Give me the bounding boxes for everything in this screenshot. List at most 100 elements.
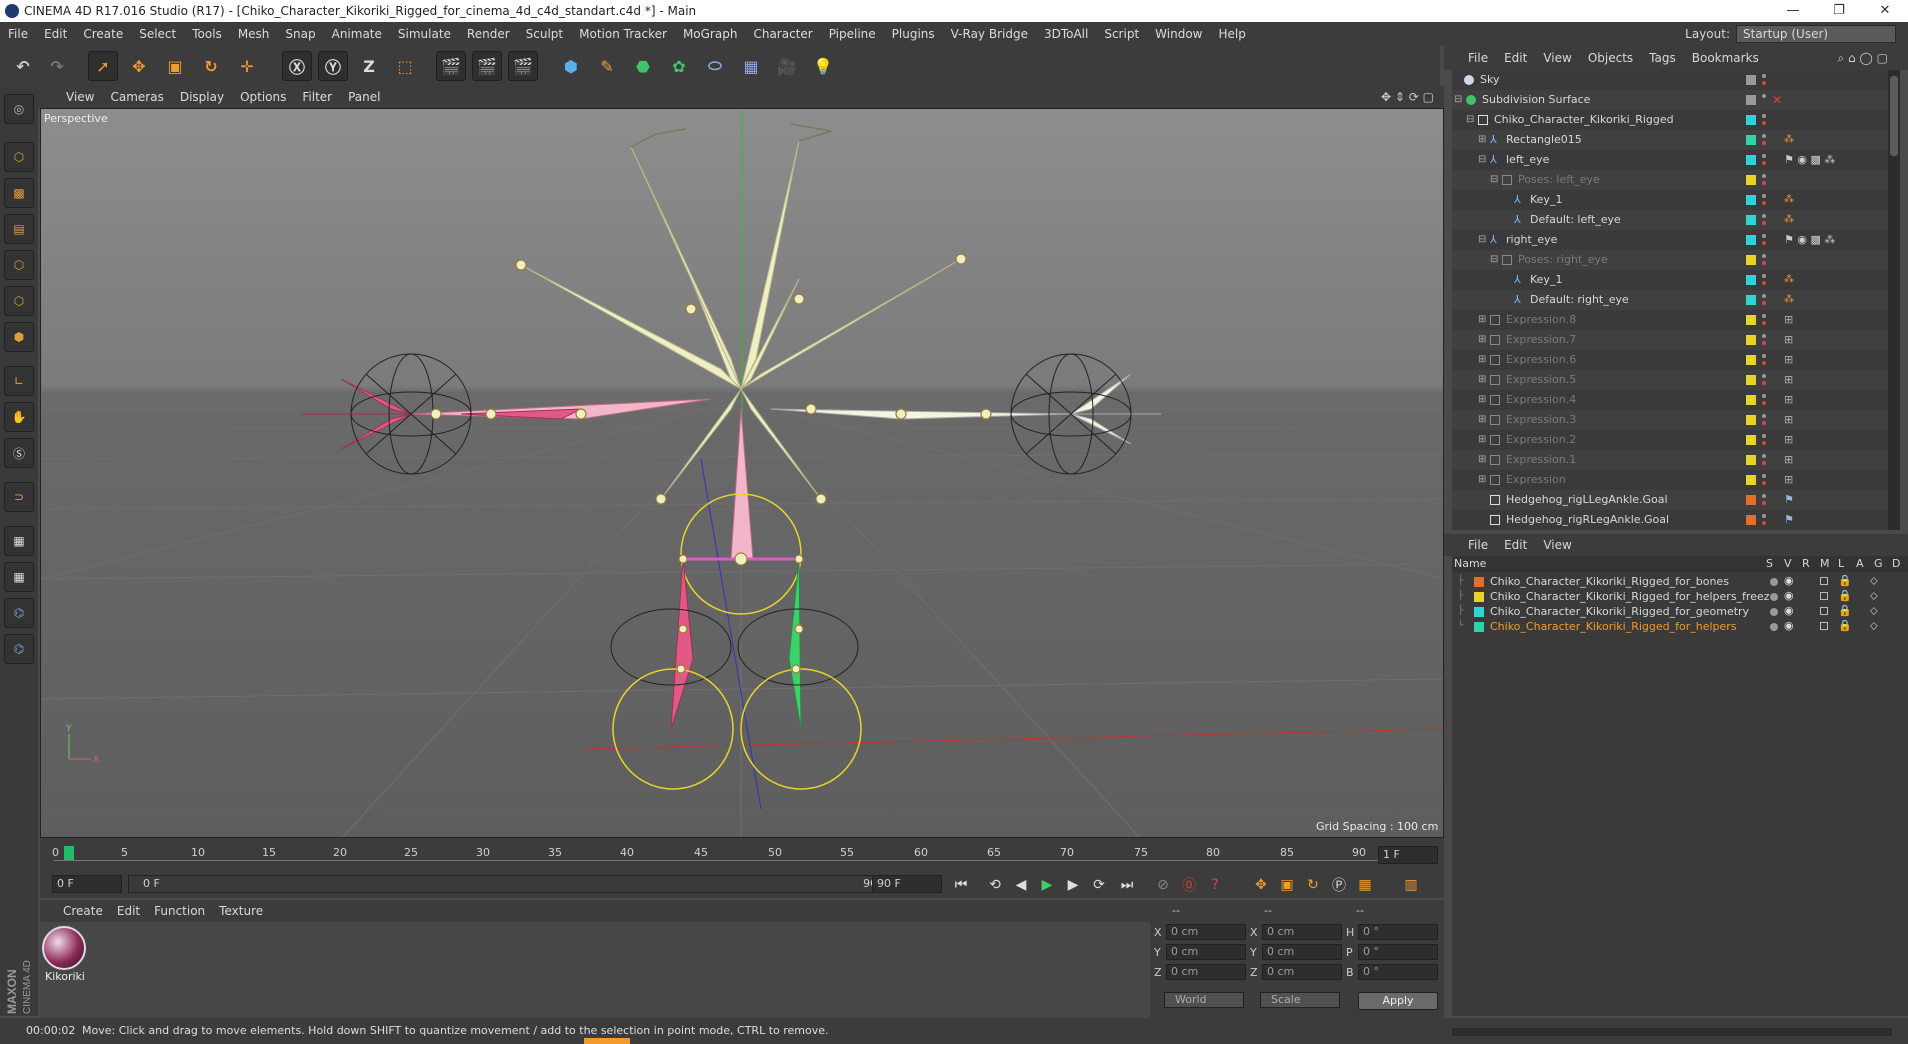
col-name[interactable]: Name [1454,557,1486,570]
lock-icon[interactable]: 🔒 [1838,573,1852,588]
render-visibility-dot[interactable] [1762,221,1766,225]
material-thumbnail-kikoriki[interactable] [42,926,86,970]
layer-color-swatch[interactable] [1474,577,1484,587]
viewport-menu-panel[interactable]: Panel [340,90,388,104]
editor-visibility-dot[interactable] [1762,234,1766,238]
render-visibility-dot[interactable] [1762,301,1766,305]
floor-icon[interactable]: ▦ [736,51,766,81]
editor-visibility-dot[interactable] [1762,354,1766,358]
ik-tag-icon[interactable]: ⁂ [1784,270,1794,290]
render-visibility-dot[interactable] [1762,81,1766,85]
position-y-field[interactable]: 0 cm [1166,944,1246,960]
points-mode-icon[interactable]: ⬡ [4,250,34,280]
editor-visibility-dot[interactable] [1762,494,1766,498]
next-key-icon[interactable]: ⟳ [1088,874,1110,896]
current-frame-field[interactable]: 1 F [1378,846,1438,864]
axis-mode-icon[interactable]: ∟ [4,366,34,396]
expand-icon[interactable]: ⊞ [1478,430,1488,445]
render-visibility-dot[interactable] [1762,241,1766,245]
size-z-field[interactable]: 0 cm [1262,964,1342,980]
menu-window[interactable]: Window [1147,27,1210,41]
layer-color-tag[interactable] [1746,195,1756,205]
live-selection-icon[interactable]: ➚ [88,51,118,81]
editor-visibility-dot[interactable] [1762,174,1766,178]
tag-icons[interactable]: ⚑ ◉ ▩ ⁂ [1784,150,1835,170]
xpresso-tag-icon[interactable]: ⊞ [1784,450,1793,470]
timeline-ruler[interactable]: 0 5 10 15 20 25 30 35 40 45 50 55 60 65 … [40,838,1444,870]
scrollbar-thumb[interactable] [1890,76,1898,156]
menu-render[interactable]: Render [459,27,518,41]
expand-icon[interactable]: ⊞ [1478,330,1488,345]
render-visibility-dot[interactable] [1762,201,1766,205]
close-button[interactable]: ✕ [1862,0,1908,22]
position-z-field[interactable]: 0 cm [1166,964,1246,980]
col-solo[interactable]: S [1766,557,1773,570]
object-row[interactable]: ⊞ Expression ⊞ [1452,470,1888,490]
object-row[interactable]: Sky [1452,70,1888,90]
workplane-lock-icon[interactable]: ▦ [4,526,34,556]
cloner-icon[interactable]: ✿ [664,51,694,81]
render-visibility-dot[interactable] [1762,421,1766,425]
editor-visibility-dot[interactable] [1762,514,1766,518]
layer-color-tag[interactable] [1746,415,1756,425]
constraint-tag-icon[interactable]: ⚑ [1784,510,1794,530]
xpresso-tag-icon[interactable]: ⊞ [1784,310,1793,330]
python-script-2-icon[interactable]: ⌬ [4,634,34,664]
expand-icon[interactable]: ⊞ [1478,350,1488,365]
lm-menu-file[interactable]: File [1460,538,1496,552]
previous-frame-icon[interactable]: ◀ [1010,874,1032,896]
editor-visibility-dot[interactable] [1762,334,1766,338]
object-row[interactable]: ⊟ Poses: right_eye [1452,250,1888,270]
constraint-tag-icon[interactable]: ⚑ [1784,490,1794,510]
python-script-icon[interactable]: ⌬ [4,598,34,628]
layer-color-tag[interactable] [1746,175,1756,185]
layer-color-tag[interactable] [1746,495,1756,505]
editor-visibility-dot[interactable] [1762,314,1766,318]
view-eye-icon[interactable]: ◉ [1784,588,1794,603]
object-row[interactable]: ⅄ Key_1 ⁂ [1452,190,1888,210]
x-axis-lock-icon[interactable]: Ⓧ [282,51,312,81]
editor-visibility-dot[interactable] [1762,74,1766,78]
manager-toggle[interactable] [1820,577,1828,585]
pen-spline-icon[interactable]: ✎ [592,51,622,81]
render-visibility-dot[interactable] [1762,361,1766,365]
workplane-mode-icon[interactable]: ▤ [4,214,34,244]
xpresso-tag-icon[interactable]: ⊞ [1784,350,1793,370]
view-eye-icon[interactable]: ◉ [1784,573,1794,588]
lm-menu-view[interactable]: View [1535,538,1579,552]
collapse-icon[interactable]: ⊟ [1478,150,1488,165]
manager-toggle[interactable] [1820,607,1828,615]
render-visibility-dot[interactable] [1762,181,1766,185]
material-menu-create[interactable]: Create [56,904,110,918]
layer-color-tag[interactable] [1746,355,1756,365]
planar-workplane-icon[interactable]: ▦ [4,562,34,592]
xpresso-tag-icon[interactable]: ⊞ [1784,370,1793,390]
xpresso-tag-icon[interactable]: ⊞ [1784,390,1793,410]
object-row[interactable]: ⊞ Expression.8 ⊞ [1452,310,1888,330]
xpresso-tag-icon[interactable]: ⊞ [1784,470,1793,490]
render-visibility-dot[interactable] [1762,501,1766,505]
render-visibility-dot[interactable] [1762,401,1766,405]
solo-toggle[interactable] [1770,593,1778,601]
col-deformers[interactable]: D [1892,557,1900,570]
transform-icon[interactable]: ✛ [232,51,262,81]
move-icon[interactable]: ✥ [124,51,154,81]
object-row[interactable]: ⊞ Expression.2 ⊞ [1452,430,1888,450]
collapse-icon[interactable]: ⊟ [1490,170,1500,185]
key-scale-icon[interactable]: ▣ [1276,874,1298,896]
minimize-button[interactable]: — [1770,0,1816,22]
collapse-icon[interactable]: ⊟ [1466,110,1476,125]
collapse-icon[interactable]: ⊟ [1478,230,1488,245]
layer-color-swatch[interactable] [1474,592,1484,602]
expand-icon[interactable]: ⊞ [1478,450,1488,465]
make-editable-icon[interactable]: ◎ [4,94,34,124]
expand-icon[interactable]: ⊞ [1478,390,1488,405]
material-menu-edit[interactable]: Edit [110,904,147,918]
editor-visibility-dot[interactable] [1762,394,1766,398]
menu-vray-bridge[interactable]: V-Ray Bridge [943,27,1036,41]
layer-color-tag[interactable] [1746,455,1756,465]
redo-icon[interactable]: ↷ [42,51,72,81]
editor-visibility-dot[interactable] [1762,114,1766,118]
editor-visibility-dot[interactable] [1762,214,1766,218]
object-row[interactable]: ⊟ ⅄ left_eye ⚑ ◉ ▩ ⁂ [1452,150,1888,170]
